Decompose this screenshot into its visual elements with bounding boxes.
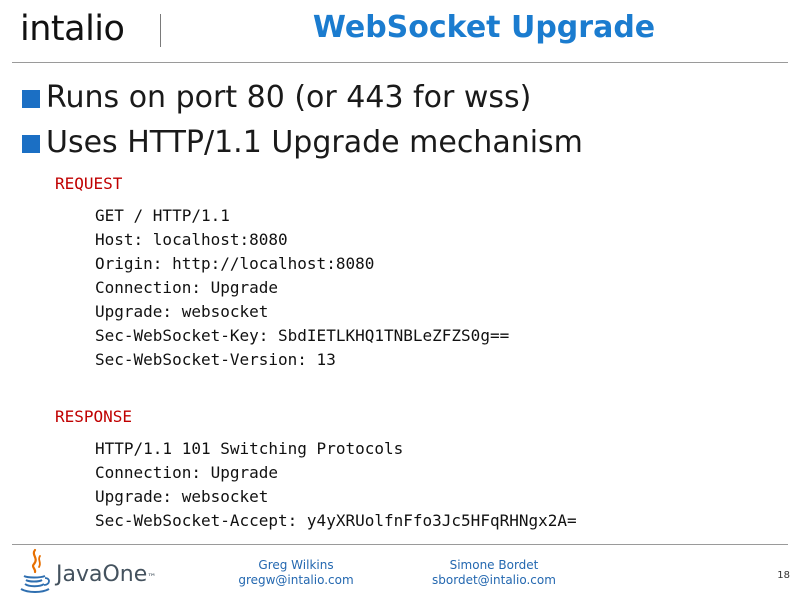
response-line: Sec-WebSocket-Accept: y4yXRUolfnFfo3Jc5H… [95,511,577,530]
author-credit: Simone Bordet sbordet@intalio.com [414,558,574,588]
javaone-brand-text: JavaOne™ [56,562,156,588]
author-name: Simone Bordet [449,558,539,572]
author-email: gregw@intalio.com [238,573,354,587]
response-line: Upgrade: websocket [95,487,269,506]
square-bullet-icon [22,90,40,108]
response-code-block: HTTP/1.1 101 Switching Protocols Connect… [95,437,577,533]
author-name: Greg Wilkins [258,558,334,572]
request-line: Connection: Upgrade [95,278,279,297]
intalio-logo: intalio [20,9,125,49]
square-bullet-icon [22,135,40,153]
slide-number: 18 [777,570,790,581]
request-line: Upgrade: websocket [95,302,269,321]
request-line: Origin: http://localhost:8080 [95,254,375,273]
request-line: GET / HTTP/1.1 [95,206,230,225]
author-email: sbordet@intalio.com [432,573,556,587]
request-code-block: GET / HTTP/1.1 Host: localhost:8080 Orig… [95,204,509,372]
request-line: Sec-WebSocket-Version: 13 [95,350,336,369]
response-label: RESPONSE [55,407,133,426]
bullet-text: Runs on port 80 (or 443 for wss) [46,80,532,115]
request-line: Sec-WebSocket-Key: SbdIETLKHQ1TNBLeZFZS0… [95,326,510,345]
bullet-text: Uses HTTP/1.1 Upgrade mechanism [46,125,583,160]
request-label: REQUEST [55,174,123,193]
response-line: HTTP/1.1 101 Switching Protocols [95,439,404,458]
footer-rule [12,544,788,545]
javaone-logo: JavaOne™ [18,548,158,594]
response-line: Connection: Upgrade [95,463,279,482]
java-coffee-cup-icon [20,548,50,593]
request-line: Host: localhost:8080 [95,230,288,249]
slide-title: WebSocket Upgrade [312,10,656,45]
header-divider [160,14,161,47]
javaone-brand-name: JavaOne [56,562,148,587]
author-credit: Greg Wilkins gregw@intalio.com [216,558,376,588]
header-rule [12,62,788,63]
trademark-mark: ™ [147,573,157,583]
